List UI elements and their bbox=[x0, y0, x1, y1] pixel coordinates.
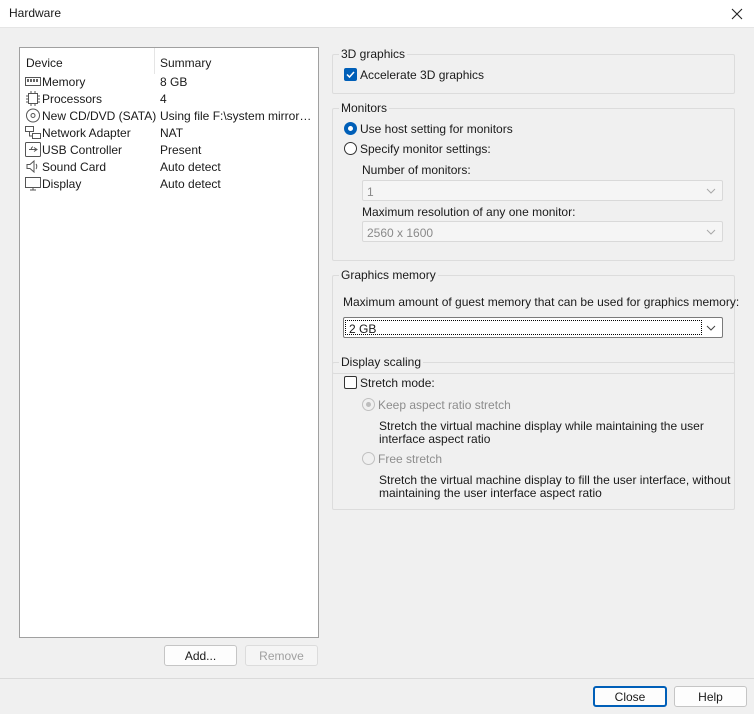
number-of-monitors-label: Number of monitors: bbox=[362, 163, 471, 177]
chevron-down-icon bbox=[706, 229, 716, 235]
accelerate-3d-checkbox[interactable] bbox=[344, 68, 357, 81]
checkmark-icon bbox=[346, 71, 355, 79]
specify-monitors-label[interactable]: Specify monitor settings: bbox=[360, 142, 491, 156]
remove-button[interactable]: Remove bbox=[245, 645, 318, 666]
free-stretch-label[interactable]: Free stretch bbox=[378, 452, 442, 466]
device-summary: 8 GB bbox=[160, 75, 188, 89]
group-3d-graphics: 3D graphics Accelerate 3D graphics bbox=[332, 47, 735, 94]
device-summary: Present bbox=[160, 143, 202, 157]
usb-icon bbox=[25, 142, 41, 157]
select-value: 2560 x 1600 bbox=[367, 226, 434, 240]
close-window-button[interactable] bbox=[720, 0, 754, 28]
dialog-body: Device Summary Memory 8 GB Processors 4 bbox=[0, 28, 754, 678]
device-summary: NAT bbox=[160, 126, 184, 140]
dialog-footer: Close Help bbox=[0, 678, 754, 714]
stretch-mode-label[interactable]: Stretch mode: bbox=[360, 376, 435, 390]
device-name: Sound Card bbox=[42, 160, 107, 174]
cd-dvd-icon bbox=[26, 108, 40, 123]
window-title: Hardware bbox=[9, 6, 62, 20]
device-row-usb-controller[interactable]: USB Controller Present bbox=[20, 141, 318, 158]
network-adapter-icon bbox=[25, 126, 41, 139]
group-legend: Display scaling bbox=[339, 355, 424, 369]
stretch-mode-checkbox[interactable] bbox=[344, 376, 357, 389]
device-list[interactable]: Device Summary Memory 8 GB Processors 4 bbox=[19, 47, 319, 638]
number-of-monitors-select[interactable]: 1 bbox=[362, 180, 723, 201]
device-name: Network Adapter bbox=[42, 126, 131, 140]
accelerate-3d-label[interactable]: Accelerate 3D graphics bbox=[360, 68, 484, 82]
free-stretch-radio[interactable] bbox=[362, 452, 375, 465]
max-resolution-label: Maximum resolution of any one monitor: bbox=[362, 205, 576, 219]
close-button[interactable]: Close bbox=[593, 686, 667, 707]
processor-icon bbox=[26, 91, 40, 106]
column-header-summary[interactable]: Summary bbox=[160, 56, 211, 70]
keep-aspect-description: Stretch the virtual machine display whil… bbox=[379, 419, 704, 446]
device-name: Processors bbox=[42, 92, 103, 106]
title-bar: Hardware bbox=[0, 0, 754, 28]
column-header-device[interactable]: Device bbox=[26, 56, 63, 70]
group-legend: Graphics memory bbox=[339, 268, 438, 282]
device-row-sound-card[interactable]: Sound Card Auto detect bbox=[20, 158, 318, 175]
select-value: 2 GB bbox=[345, 320, 702, 336]
device-row-network-adapter[interactable]: Network Adapter NAT bbox=[20, 124, 318, 141]
help-button[interactable]: Help bbox=[674, 686, 747, 707]
device-row-processors[interactable]: Processors 4 bbox=[20, 90, 318, 107]
group-legend: 3D graphics bbox=[339, 47, 408, 61]
use-host-monitors-radio[interactable] bbox=[344, 122, 357, 135]
device-name: Memory bbox=[42, 75, 86, 89]
add-button[interactable]: Add... bbox=[164, 645, 237, 666]
column-separator[interactable] bbox=[154, 48, 155, 74]
device-summary: Auto detect bbox=[160, 160, 221, 174]
close-icon bbox=[731, 8, 743, 20]
device-name: New CD/DVD (SATA) bbox=[42, 109, 157, 123]
max-resolution-select[interactable]: 2560 x 1600 bbox=[362, 221, 723, 242]
device-summary: 4 bbox=[160, 92, 167, 106]
group-display-scaling: Display scaling Stretch mode: Keep aspec… bbox=[332, 355, 735, 510]
graphics-memory-select[interactable]: 2 GB bbox=[343, 317, 723, 338]
graphics-memory-description: Maximum amount of guest memory that can … bbox=[343, 295, 740, 309]
keep-aspect-radio[interactable] bbox=[362, 398, 375, 411]
select-value: 1 bbox=[367, 185, 374, 199]
specify-monitors-radio[interactable] bbox=[344, 142, 357, 155]
device-row-cd-dvd[interactable]: New CD/DVD (SATA) Using file F:\system m… bbox=[20, 107, 318, 124]
chevron-down-icon bbox=[706, 325, 716, 331]
speaker-icon bbox=[26, 159, 38, 174]
device-name: USB Controller bbox=[42, 143, 123, 157]
free-stretch-description: Stretch the virtual machine display to f… bbox=[379, 473, 731, 500]
device-name: Display bbox=[42, 177, 82, 191]
device-row-memory[interactable]: Memory 8 GB bbox=[20, 73, 318, 90]
use-host-monitors-label[interactable]: Use host setting for monitors bbox=[360, 122, 513, 136]
device-summary: Using file F:\system mirrors\li... bbox=[160, 109, 315, 123]
device-row-display[interactable]: Display Auto detect bbox=[20, 175, 318, 192]
keep-aspect-label[interactable]: Keep aspect ratio stretch bbox=[378, 398, 511, 412]
device-summary: Auto detect bbox=[160, 177, 221, 191]
device-list-header: Device Summary bbox=[20, 48, 318, 74]
group-monitors: Monitors Use host setting for monitors S… bbox=[332, 101, 735, 261]
group-legend: Monitors bbox=[339, 101, 390, 115]
chevron-down-icon bbox=[706, 188, 716, 194]
memory-icon bbox=[25, 77, 41, 86]
monitor-icon bbox=[25, 177, 41, 191]
